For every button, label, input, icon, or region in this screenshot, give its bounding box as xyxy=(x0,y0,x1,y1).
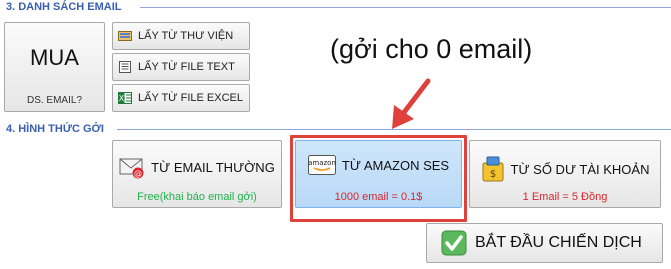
buy-button-label: MUA xyxy=(30,45,79,70)
library-icon xyxy=(118,31,132,41)
load-from-library-label: LẤY TỪ THƯ VIỆN xyxy=(138,30,234,42)
load-from-text-file-label: LẤY TỪ FILE TEXT xyxy=(138,61,235,73)
email-count-note: (gởi cho 0 email) xyxy=(330,34,533,64)
regular-email-price-label: Free(khai báo email gởi) xyxy=(137,191,257,203)
svg-text:@: @ xyxy=(134,169,142,178)
svg-text:$: $ xyxy=(489,169,495,180)
annotation-arrow-icon xyxy=(392,78,431,129)
section-title-email-list: 3. DANH SÁCH EMAIL xyxy=(6,1,122,13)
campaign-panel: 3. DANH SÁCH EMAIL MUA DS. EMAIL? LẤY TỪ… xyxy=(0,0,671,269)
send-from-account-balance-button[interactable]: $ TỪ SỐ DƯ TÀI KHOẢN 1 Email = 5 Đồng xyxy=(469,140,661,208)
load-from-text-file-button[interactable]: LẤY TỪ FILE TEXT xyxy=(112,53,250,81)
load-from-library-button[interactable]: LẤY TỪ THƯ VIỆN xyxy=(112,22,250,50)
section-divider xyxy=(140,7,671,8)
load-from-excel-file-label: LẤY TỪ FILE EXCEL xyxy=(138,92,243,104)
check-icon xyxy=(441,230,467,256)
wallet-icon: $ xyxy=(482,156,503,182)
email-icon: @ xyxy=(119,158,144,179)
selected-method-highlight xyxy=(290,135,467,222)
section-divider xyxy=(117,129,671,130)
start-campaign-label: BẮT ĐẦU CHIẾN DỊCH xyxy=(475,234,642,251)
start-campaign-button[interactable]: BẮT ĐẦU CHIẾN DỊCH xyxy=(426,223,663,263)
text-file-icon xyxy=(119,61,131,73)
send-from-account-balance-label: TỪ SỐ DƯ TÀI KHOẢN xyxy=(510,161,650,177)
send-from-regular-email-button[interactable]: @ TỪ EMAIL THƯỜNG Free(khai báo email gở… xyxy=(112,140,282,208)
excel-file-icon: X xyxy=(118,92,132,104)
buy-email-list-button[interactable]: MUA DS. EMAIL? xyxy=(4,22,105,112)
section-header-email-list: 3. DANH SÁCH EMAIL xyxy=(0,0,126,14)
svg-text:X: X xyxy=(119,94,125,103)
send-from-regular-email-label: TỪ EMAIL THƯỜNG xyxy=(151,159,275,175)
load-from-excel-file-button[interactable]: X LẤY TỪ FILE EXCEL xyxy=(112,84,250,112)
section-title-send-method: 4. HÌNH THỨC GỞI xyxy=(6,123,104,135)
buy-button-sublabel: DS. EMAIL? xyxy=(26,95,83,106)
section-header-send-method: 4. HÌNH THỨC GỞI xyxy=(0,122,108,136)
account-balance-price-label: 1 Email = 5 Đồng xyxy=(522,191,608,203)
